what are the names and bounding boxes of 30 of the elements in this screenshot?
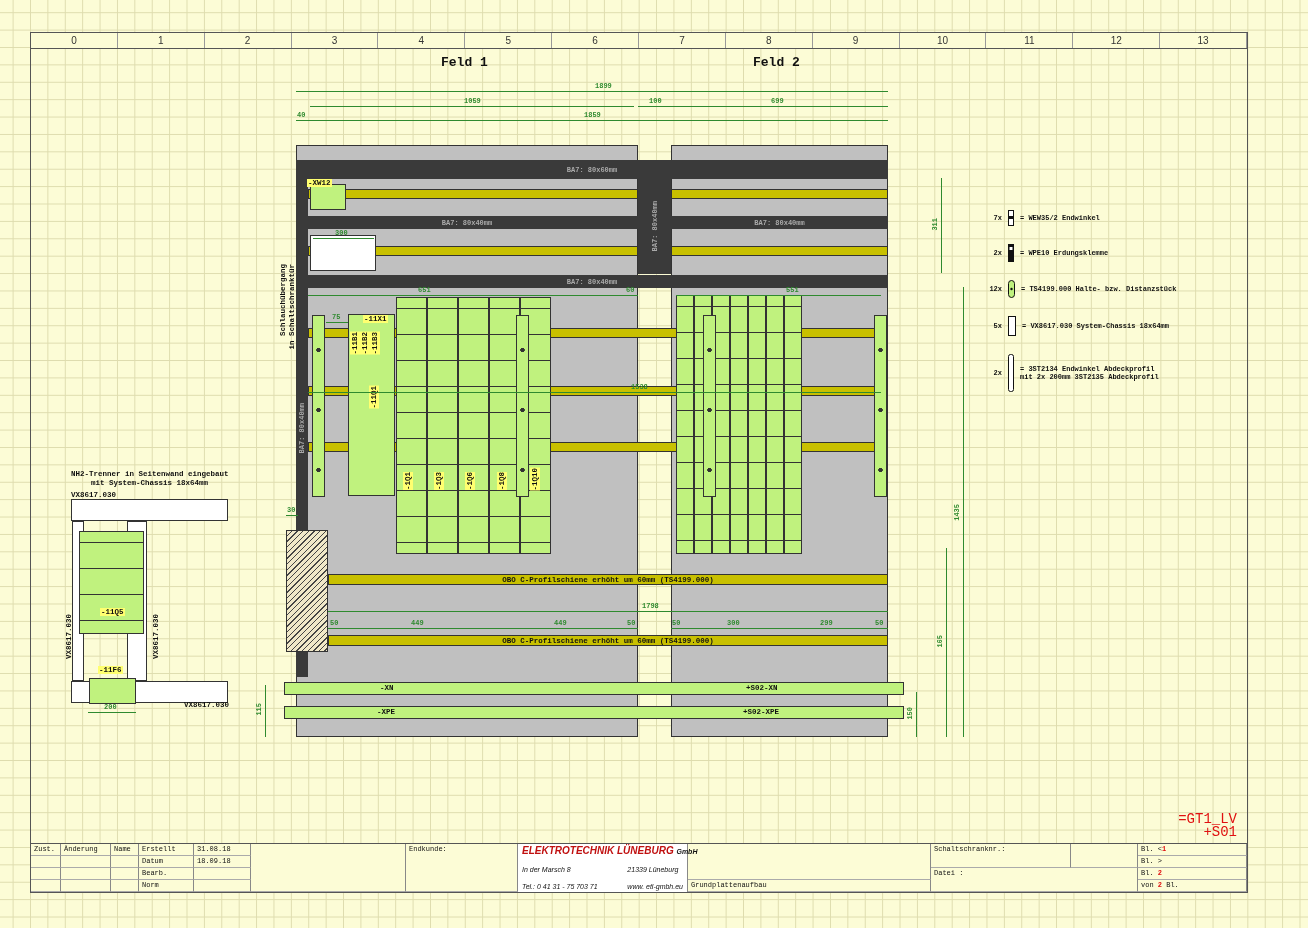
end-angle-icon xyxy=(1008,210,1014,226)
title-block-cell xyxy=(31,880,61,892)
ruler-label: 2 xyxy=(204,33,292,48)
ruler-label: 1 xyxy=(117,33,205,48)
sheet-reference: +S01 xyxy=(1203,826,1237,839)
ruler-label: 5 xyxy=(465,33,553,48)
ruler-label: 3 xyxy=(291,33,379,48)
ruler-label: 9 xyxy=(812,33,900,48)
ruler-label: 4 xyxy=(378,33,466,48)
title-block-cell xyxy=(31,868,61,880)
ruler-label: 6 xyxy=(552,33,639,48)
title-block-cell xyxy=(61,868,111,880)
ground-clamp-icon xyxy=(1008,244,1014,262)
ruler-label: 13 xyxy=(1160,33,1247,48)
terminal-block xyxy=(310,184,346,210)
terminal-block xyxy=(89,678,136,704)
ruler-label: 12 xyxy=(1073,33,1161,48)
ruler-label: 8 xyxy=(725,33,813,48)
ruler-label: 7 xyxy=(639,33,726,48)
ruler-label: 0 xyxy=(31,33,118,48)
field-title: Feld 1 xyxy=(441,55,488,70)
ruler-label: 10 xyxy=(899,33,987,48)
title-block-cell xyxy=(61,880,111,892)
chassis-icon xyxy=(1008,316,1016,336)
ruler-label: 11 xyxy=(986,33,1074,48)
terminal-block xyxy=(310,235,376,271)
spacer-icon xyxy=(1008,280,1015,298)
cover-profile-icon xyxy=(1008,354,1014,392)
sheet-reference: =GT1_LV xyxy=(1178,813,1237,826)
field-title: Feld 2 xyxy=(753,55,800,70)
